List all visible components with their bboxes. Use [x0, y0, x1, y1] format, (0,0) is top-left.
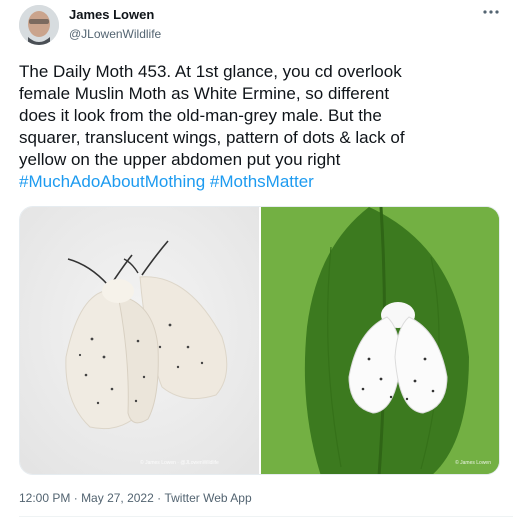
meta-separator: · — [157, 491, 162, 505]
more-options-icon[interactable] — [481, 4, 501, 20]
moth-photo-left[interactable]: © James Lowen · @JLowenWildlife — [20, 207, 259, 474]
tweet-text-line: The Daily Moth 453. At 1st glance, you c… — [19, 62, 402, 81]
tweet-text-line: does it look from the old-man-grey male.… — [19, 106, 382, 125]
author-handle[interactable]: @JLowenWildlife — [69, 26, 161, 42]
tweet-text: The Daily Moth 453. At 1st glance, you c… — [19, 61, 501, 193]
tweet-text-line: female Muslin Moth as White Ermine, so d… — [19, 84, 390, 103]
tweet-text-line: squarer, translucent wings, pattern of d… — [19, 128, 405, 147]
tweet-media[interactable]: © James Lowen · @JLowenWildlife © James … — [19, 206, 500, 475]
avatar[interactable] — [19, 5, 59, 45]
hashtag-link[interactable]: #MothsMatter — [210, 172, 314, 191]
hashtag-link[interactable]: #MuchAdoAboutMothing — [19, 172, 205, 191]
moth-photo-right[interactable]: © James Lowen — [261, 207, 499, 474]
photo-credit: © James Lowen · @JLowenWildlife — [140, 460, 219, 466]
author-name[interactable]: James Lowen — [69, 7, 154, 23]
tweet-text-line: yellow on the upper abdomen put you righ… — [19, 150, 341, 169]
tweet-source[interactable]: Twitter Web App — [164, 490, 251, 506]
meta-separator: · — [73, 491, 78, 505]
tweet-date[interactable]: May 27, 2022 — [81, 490, 154, 506]
tweet-time[interactable]: 12:00 PM — [19, 490, 70, 506]
tweet-meta: 12:00 PM · May 27, 2022 · Twitter Web Ap… — [19, 490, 252, 506]
divider — [19, 516, 513, 517]
photo-credit: © James Lowen — [455, 460, 491, 466]
